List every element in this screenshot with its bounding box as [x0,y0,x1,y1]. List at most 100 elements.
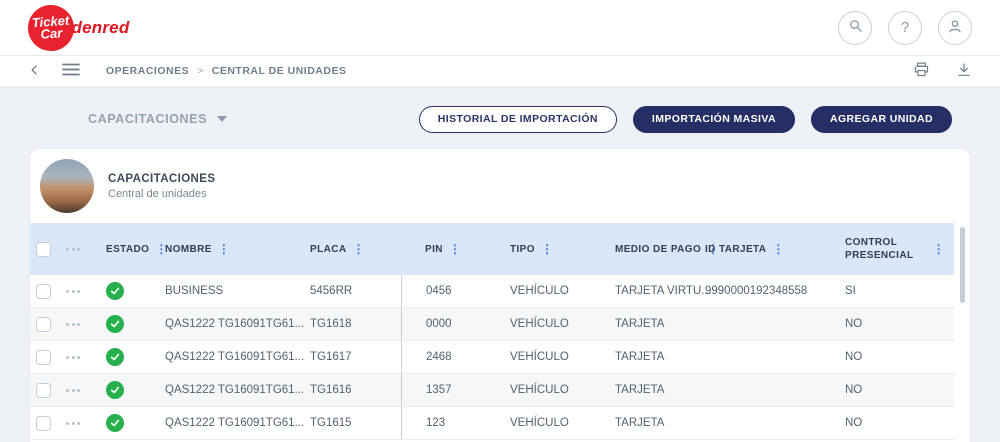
breadcrumb-separator: > [197,65,204,77]
card-title: CAPACITACIONES [108,172,216,185]
cell-id-tarjeta [705,308,845,340]
table-row: QAS1222 TG16091TG61... TG1616 1357 VEHÍC… [30,374,954,407]
column-header-id-tarjeta: ID TARJETA ⋮ [705,242,785,256]
card-subtitle: Central de unidades [108,187,207,200]
cell-control-presencial: NO [845,318,863,330]
row-menu-icon[interactable] [64,352,82,363]
row-checkbox[interactable] [36,382,51,398]
table-row: BUSINESS 5456RR 0456 VEHÍCULO TARJETA VI… [30,275,954,308]
column-header-pin: PIN ⋮ [425,242,462,256]
breadcrumb-item-operaciones[interactable]: OPERACIONES [106,65,189,77]
profile-icon [947,18,963,38]
cell-placa: TG1616 [310,384,352,396]
card-header-text: CAPACITACIONES Central de unidades [108,173,215,200]
column-header-tipo: TIPO ⋮ [510,242,554,256]
help-button[interactable]: ? [888,10,922,45]
section-dropdown-label: CAPACITACIONES [88,112,208,126]
column-header-placa: PLACA ⋮ [310,242,365,256]
download-button[interactable] [956,62,972,81]
status-ok-icon [106,381,124,399]
row-menu-icon[interactable] [64,385,82,396]
print-button[interactable] [913,61,930,81]
row-checkbox[interactable] [36,316,51,332]
profile-button[interactable] [938,10,972,45]
cell-pin: 2468 [401,341,510,373]
cell-placa: TG1615 [310,417,352,429]
cell-nombre: QAS1222 TG16091TG61... [165,417,305,429]
cell-placa: TG1617 [310,351,352,363]
top-bar: Ticket Car Edenred ? [0,0,1000,56]
breadcrumb-actions [913,61,972,81]
page-toolbar: CAPACITACIONES HISTORIAL DE IMPORTACIÓN … [30,105,970,133]
row-checkbox[interactable] [36,415,51,431]
row-menu-icon[interactable] [64,319,82,330]
cell-pin: 0456 [401,275,510,307]
column-header-nombre: NOMBRE ⋮ [165,242,231,256]
column-header-estado: ESTADO ⋮ [106,242,168,256]
table-body: BUSINESS 5456RR 0456 VEHÍCULO TARJETA VI… [30,275,954,440]
search-icon [848,18,863,37]
sort-icon-pin[interactable]: ⋮ [449,243,461,255]
breadcrumb-bar: OPERACIONES > CENTRAL DE UNIDADES [0,56,1000,87]
sort-icon-id-tarjeta[interactable]: ⋮ [772,243,784,255]
vertical-scrollbar[interactable] [960,227,965,303]
header-menu-icon[interactable] [64,244,82,255]
cell-pin: 123 [401,407,510,439]
table-row: QAS1222 TG16091TG61... TG1618 0000 VEHÍC… [30,308,954,341]
cell-medio-de-pago: TARJETA [615,318,665,330]
cell-medio-de-pago: TARJETA [615,417,665,429]
printer-icon [913,61,930,81]
cell-nombre: QAS1222 TG16091TG61... [165,384,305,396]
ticketcar-logo-circle: Ticket Car [26,2,76,53]
cell-nombre: QAS1222 TG16091TG61... [165,318,305,330]
cell-id-tarjeta: 9990000192348558 [705,285,808,297]
row-checkbox[interactable] [36,283,51,299]
column-header-control-presencial: CONTROL PRESENCIAL ⋮ [845,236,945,262]
status-ok-icon [106,315,124,333]
unit-avatar [40,159,94,213]
cell-nombre: QAS1222 TG16091TG61... [165,351,305,363]
sort-icon-nombre[interactable]: ⋮ [218,243,230,255]
table-header-row: ESTADO ⋮ NOMBRE ⋮ PLACA ⋮ PIN ⋮ TIPO ⋮ M… [30,223,954,275]
status-ok-icon [106,282,124,300]
breadcrumb-item-central-de-unidades[interactable]: CENTRAL DE UNIDADES [212,65,347,77]
menu-button[interactable] [62,63,80,79]
cell-id-tarjeta [705,341,845,373]
section-dropdown[interactable]: CAPACITACIONES [88,112,228,126]
cell-pin: 0000 [401,308,510,340]
bulk-import-button[interactable]: IMPORTACIÓN MASIVA [632,105,795,133]
cell-tipo: VEHÍCULO [510,285,569,297]
table-row: QAS1222 TG16091TG61... TG1615 123 VEHÍCU… [30,407,954,440]
search-button[interactable] [838,10,872,45]
help-icon: ? [900,19,910,36]
cell-tipo: VEHÍCULO [510,318,569,330]
row-menu-icon[interactable] [64,286,82,297]
status-ok-icon [106,414,124,432]
card-header: CAPACITACIONES Central de unidades [30,149,970,223]
add-unit-button[interactable]: AGREGAR UNIDAD [810,105,952,133]
breadcrumb: OPERACIONES > CENTRAL DE UNIDADES [106,65,346,77]
cell-id-tarjeta [705,407,845,439]
row-menu-icon[interactable] [64,418,82,429]
cell-medio-de-pago: TARJETA [615,384,665,396]
back-button[interactable] [28,63,42,80]
sort-icon-placa[interactable]: ⋮ [352,243,364,255]
logo-line2: Car [40,24,63,42]
cell-tipo: VEHÍCULO [510,384,569,396]
sort-icon-tipo[interactable]: ⋮ [541,243,553,255]
column-header-medio-de-pago: MEDIO DE PAGO ⋮ [615,242,720,256]
toolbar-buttons: HISTORIAL DE IMPORTACIÓN IMPORTACIÓN MAS… [418,105,952,133]
main-content: CAPACITACIONES HISTORIAL DE IMPORTACIÓN … [0,87,1000,442]
cell-placa: 5456RR [310,285,353,297]
import-history-button[interactable]: HISTORIAL DE IMPORTACIÓN [418,105,617,133]
ticketcar-edenred-logo[interactable]: Ticket Car Edenred [26,2,129,53]
cell-control-presencial: NO [845,351,863,363]
sort-icon-control-presencial[interactable]: ⋮ [933,243,945,255]
units-card: CAPACITACIONES Central de unidades ESTAD… [30,149,970,442]
cell-control-presencial: NO [845,417,863,429]
select-all-checkbox[interactable] [36,241,51,257]
cell-pin: 1357 [401,374,510,406]
cell-tipo: VEHÍCULO [510,351,569,363]
status-ok-icon [106,348,124,366]
row-checkbox[interactable] [36,349,51,365]
